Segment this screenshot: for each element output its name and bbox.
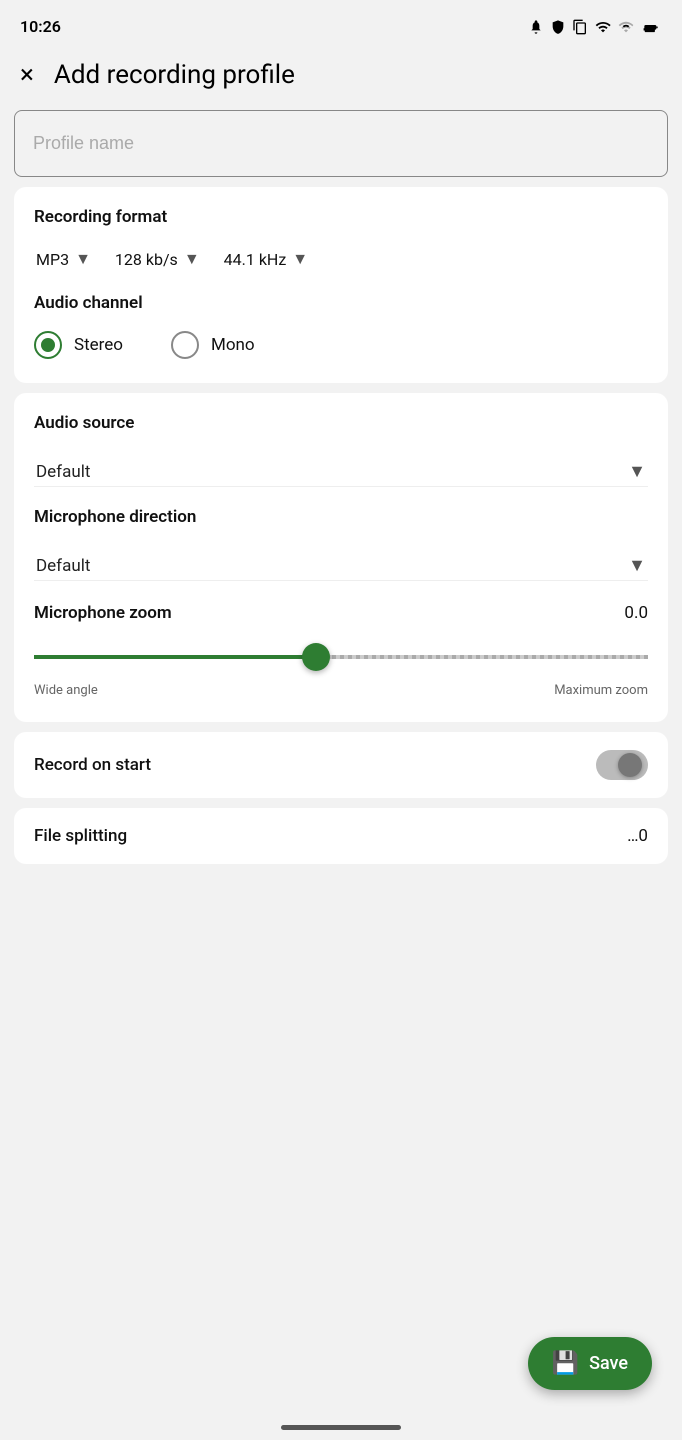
recording-format-label: Recording format bbox=[34, 207, 648, 227]
mic-zoom-label: Microphone zoom bbox=[34, 603, 172, 623]
dropdowns-row: MP3 ▼ 128 kb/s ▼ 44.1 kHz ▼ bbox=[34, 245, 648, 273]
slider-track-dotted-left bbox=[34, 655, 316, 659]
record-on-start-toggle[interactable] bbox=[596, 750, 648, 780]
format-value: MP3 bbox=[36, 250, 69, 269]
mic-direction-label: Microphone direction bbox=[34, 507, 648, 527]
toggle-knob bbox=[618, 753, 642, 777]
mono-radio[interactable]: Mono bbox=[171, 331, 255, 359]
status-bar: 10:26 bbox=[0, 0, 682, 48]
record-on-start-label: Record on start bbox=[34, 755, 151, 775]
page-title: Add recording profile bbox=[54, 60, 295, 90]
profile-name-card bbox=[14, 110, 668, 177]
clipboard-icon bbox=[572, 19, 588, 35]
status-icons bbox=[528, 19, 662, 35]
format-chevron: ▼ bbox=[75, 249, 91, 269]
stereo-radio[interactable]: Stereo bbox=[34, 331, 123, 359]
recording-format-card: Recording format MP3 ▼ 128 kb/s ▼ 44.1 k… bbox=[14, 187, 668, 383]
record-on-start-row: Record on start bbox=[14, 732, 668, 798]
file-splitting-label: File splitting bbox=[34, 826, 127, 846]
slider-thumb[interactable] bbox=[302, 643, 330, 671]
audio-source-card: Audio source Default ▼ Microphone direct… bbox=[14, 393, 668, 722]
audio-source-value: Default bbox=[36, 462, 90, 482]
slider-labels: Wide angle Maximum zoom bbox=[34, 683, 648, 698]
slider-track-dotted-right bbox=[316, 655, 648, 659]
slider-label-right: Maximum zoom bbox=[554, 683, 648, 698]
mic-direction-chevron: ▼ bbox=[628, 555, 646, 576]
audio-source-label: Audio source bbox=[34, 413, 648, 433]
stereo-label: Stereo bbox=[74, 335, 123, 355]
mic-zoom-slider-container[interactable] bbox=[34, 639, 648, 675]
mono-label: Mono bbox=[211, 335, 255, 355]
notification-icon bbox=[528, 19, 544, 35]
bitrate-chevron: ▼ bbox=[184, 249, 200, 269]
microphone-zoom-header: Microphone zoom 0.0 bbox=[34, 603, 648, 623]
save-icon: 💾 bbox=[552, 1351, 579, 1376]
audio-channel-label: Audio channel bbox=[34, 293, 648, 313]
save-fab[interactable]: 💾 Save bbox=[528, 1337, 652, 1390]
mic-zoom-value: 0.0 bbox=[624, 603, 648, 623]
battery-icon bbox=[640, 19, 662, 35]
audio-source-dropdown[interactable]: Default ▼ bbox=[34, 451, 648, 487]
slider-label-left: Wide angle bbox=[34, 683, 98, 698]
samplerate-chevron: ▼ bbox=[292, 249, 308, 269]
audio-channel-options: Stereo Mono bbox=[34, 331, 648, 359]
page-header: × Add recording profile bbox=[0, 48, 682, 110]
close-button[interactable]: × bbox=[20, 62, 34, 88]
stereo-radio-circle bbox=[34, 331, 62, 359]
mono-radio-circle bbox=[171, 331, 199, 359]
slider-track bbox=[34, 655, 648, 659]
samplerate-value: 44.1 kHz bbox=[224, 250, 287, 269]
wifi-icon bbox=[594, 19, 612, 35]
file-splitting-value: …0 bbox=[627, 826, 648, 846]
profile-name-input[interactable] bbox=[15, 111, 667, 176]
shield-icon bbox=[550, 19, 566, 35]
mic-direction-value: Default bbox=[36, 556, 90, 576]
status-time: 10:26 bbox=[20, 17, 61, 36]
mic-direction-dropdown[interactable]: Default ▼ bbox=[34, 545, 648, 581]
format-dropdown[interactable]: MP3 ▼ bbox=[34, 245, 93, 273]
samplerate-dropdown[interactable]: 44.1 kHz ▼ bbox=[222, 245, 310, 273]
file-splitting-row[interactable]: File splitting …0 bbox=[14, 808, 668, 864]
bitrate-dropdown[interactable]: 128 kb/s ▼ bbox=[113, 245, 202, 273]
bitrate-value: 128 kb/s bbox=[115, 250, 178, 269]
audio-source-chevron: ▼ bbox=[628, 461, 646, 482]
save-label: Save bbox=[589, 1353, 628, 1374]
bottom-nav-bar bbox=[281, 1425, 401, 1430]
signal-icon bbox=[618, 19, 634, 35]
